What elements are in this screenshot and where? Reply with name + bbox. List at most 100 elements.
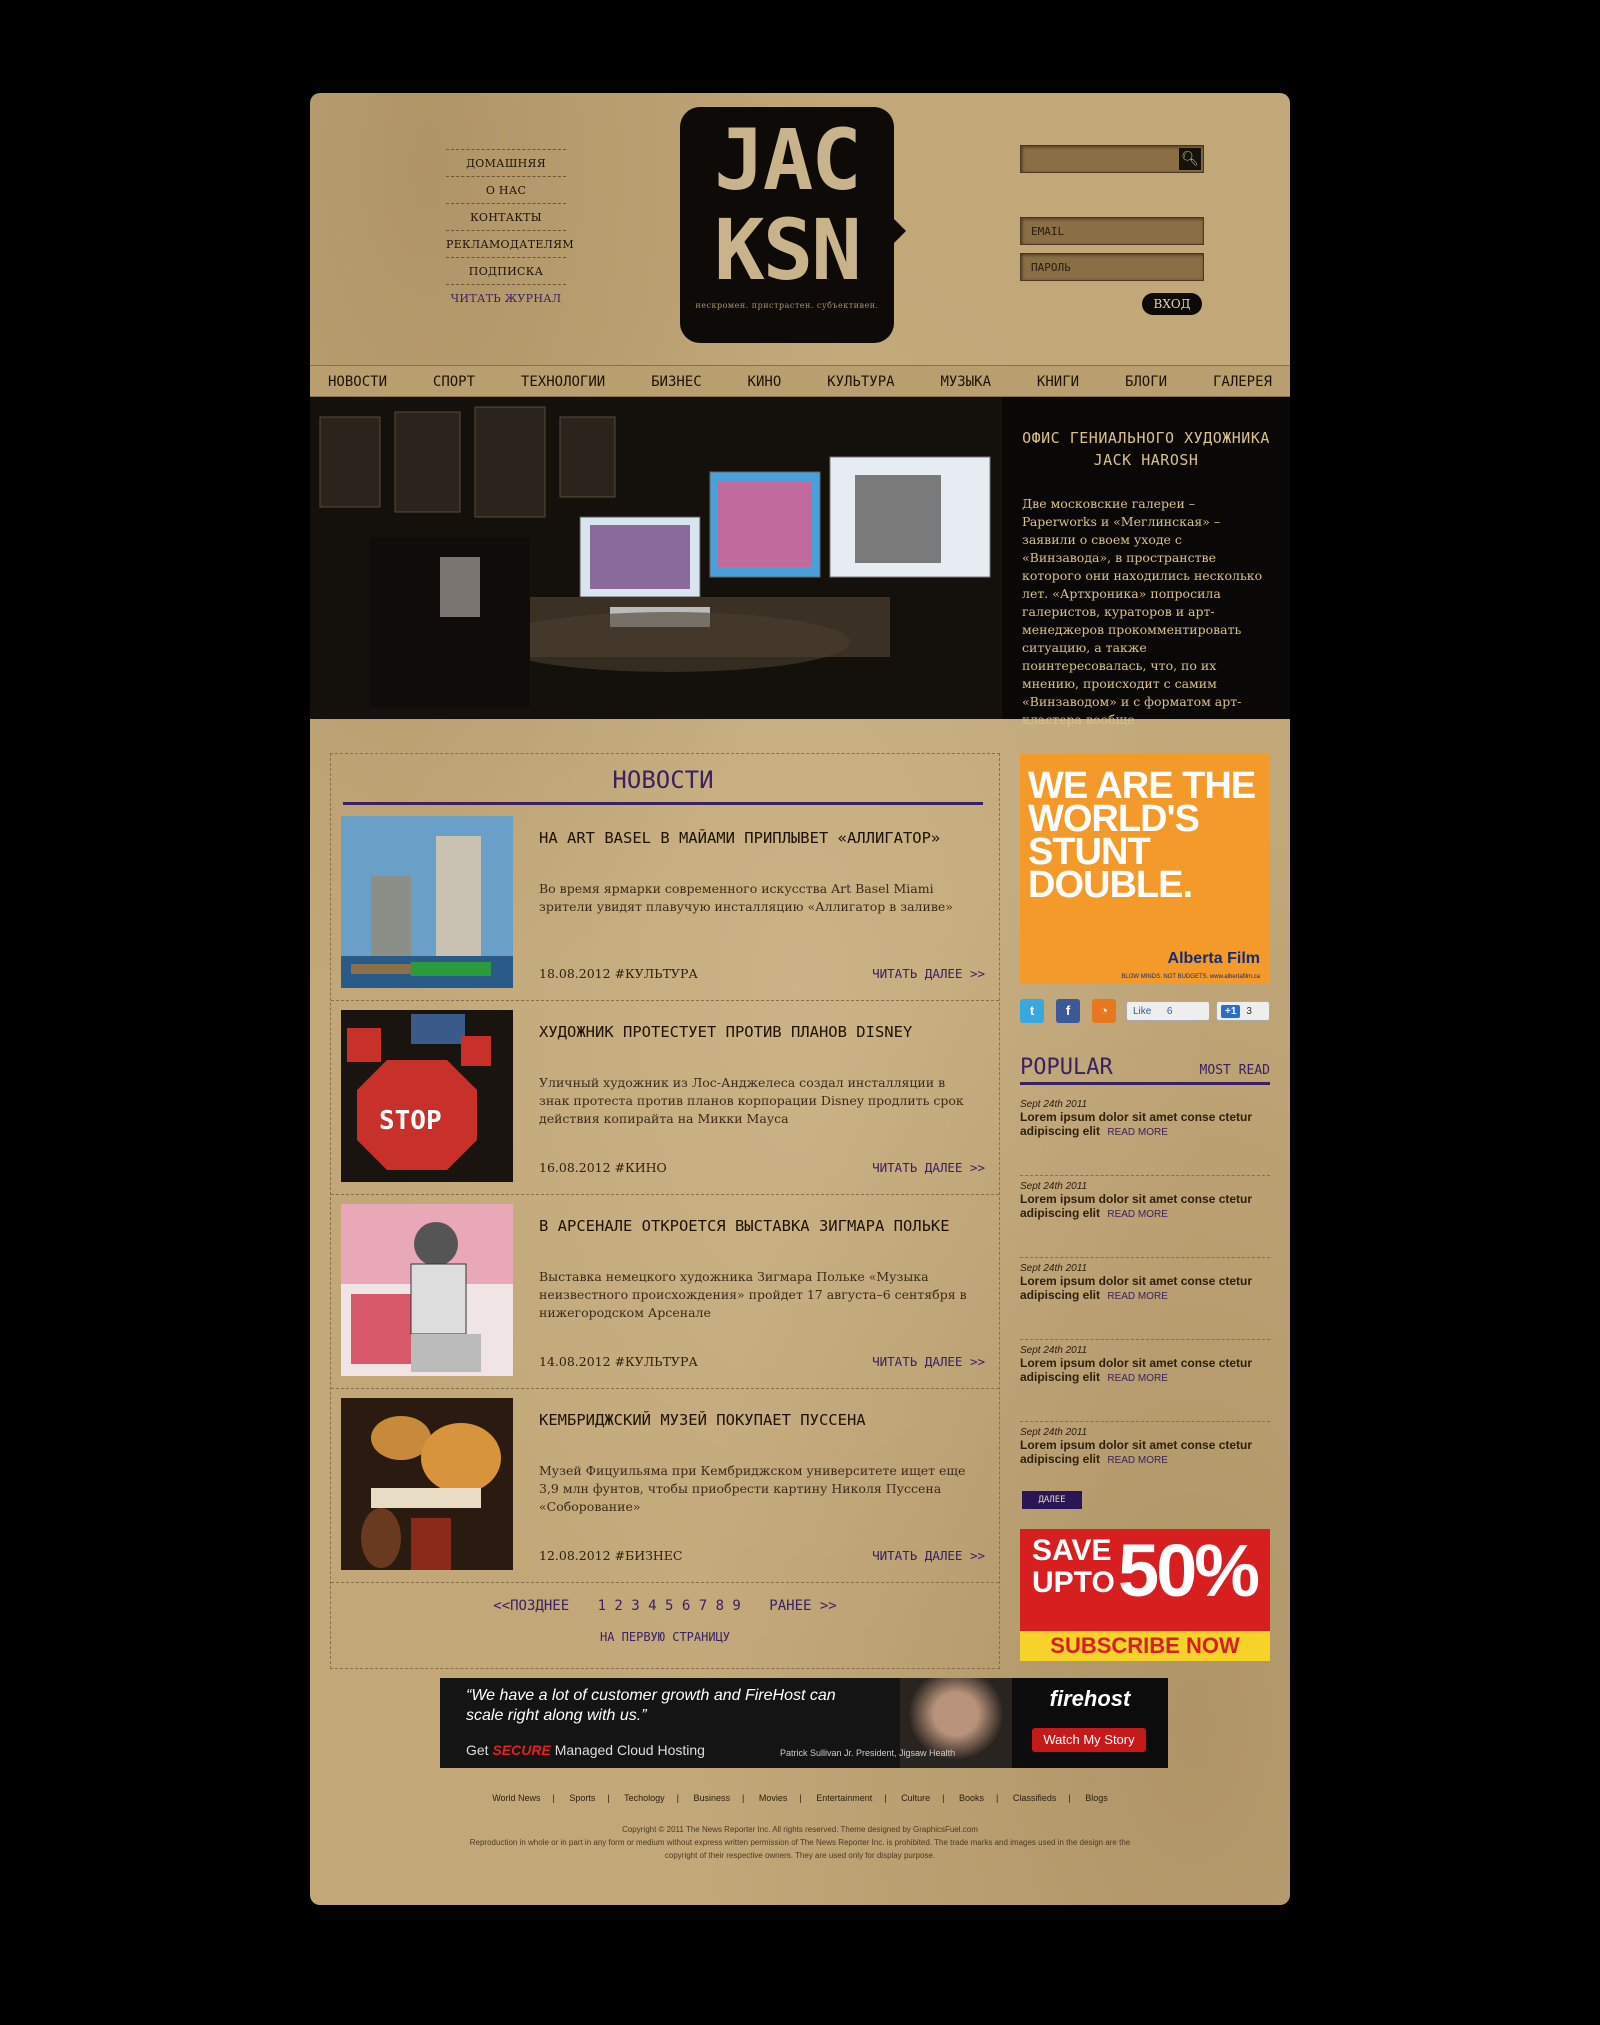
news-tag[interactable]: #БИЗНЕС (615, 1548, 683, 1563)
main-nav-books[interactable]: КНИГИ (1037, 366, 1079, 396)
top-nav-home[interactable]: ДОМАШНЯЯ (446, 149, 566, 177)
facebook-icon[interactable]: f (1056, 999, 1080, 1023)
popular-read-more[interactable]: READ MORE (1107, 1455, 1168, 1466)
footer-link-books[interactable]: Books (959, 1793, 984, 1803)
banner-quote: “We have a lot of customer growth and Fi… (466, 1687, 836, 1724)
read-more-link[interactable]: ЧИТАТЬ ДАЛЕЕ >> (872, 966, 985, 981)
top-nav-contacts[interactable]: КОНТАКТЫ (446, 204, 566, 231)
gplus-label: +1 (1221, 1005, 1241, 1018)
banner-secure: SECURE (492, 1742, 551, 1758)
password-field[interactable] (1021, 254, 1203, 280)
main-nav-blogs[interactable]: БЛОГИ (1125, 366, 1167, 396)
footer-link-technology[interactable]: Techology (624, 1793, 665, 1803)
fb-like-label: Like (1133, 1006, 1152, 1017)
ad-alberta-film[interactable]: WE ARE THE WORLD'S STUNT DOUBLE. Alberta… (1020, 754, 1270, 984)
news-tag[interactable]: #КУЛЬТУРА (615, 1354, 698, 1369)
rss-icon[interactable]: ◔ (1092, 999, 1116, 1023)
news-date: 12.08.2012 (539, 1548, 611, 1563)
news-date: 16.08.2012 (539, 1160, 611, 1175)
popular-more-button[interactable]: ДАЛЕЕ (1022, 1491, 1082, 1509)
read-more-link[interactable]: ЧИТАТЬ ДАЛЕЕ >> (872, 1354, 985, 1369)
news-excerpt: Музей Фицуильяма при Кембриджском универ… (539, 1463, 966, 1514)
pagination: <<ПОЗДНЕЕ 1 2 3 4 5 6 7 8 9 РАНЕЕ >> (331, 1598, 999, 1614)
popular-read-more[interactable]: READ MORE (1107, 1291, 1168, 1302)
twitter-icon[interactable]: t (1020, 999, 1044, 1023)
news-thumbnail[interactable] (341, 816, 513, 988)
top-nav-subscribe[interactable]: ПОДПИСКА (446, 258, 566, 285)
news-title[interactable]: ХУДОЖНИК ПРОТЕСТУЕТ ПРОТИВ ПЛАНОВ DISNEY (539, 1022, 979, 1043)
footer-link-blogs[interactable]: Blogs (1085, 1793, 1108, 1803)
popular-text: Lorem ipsum dolor sit amet conse ctetur … (1020, 1192, 1270, 1222)
watch-story-button[interactable]: Watch My Story (1032, 1728, 1146, 1752)
news-thumbnail[interactable] (341, 1398, 513, 1570)
main-nav-business[interactable]: БИЗНЕС (651, 366, 702, 396)
footer-separator: | (1068, 1793, 1071, 1803)
popular-read-more[interactable]: READ MORE (1107, 1127, 1168, 1138)
footer-link-movies[interactable]: Movies (759, 1793, 788, 1803)
news-date: 14.08.2012 (539, 1354, 611, 1369)
footer-separator: | (552, 1793, 555, 1803)
site-logo[interactable]: JAC KSN нескромен. пристрастен. субъекти… (680, 107, 906, 343)
news-tag[interactable]: #КИНО (615, 1160, 667, 1175)
footer-link-business[interactable]: Business (694, 1793, 731, 1803)
top-nav-read-journal[interactable]: ЧИТАТЬ ЖУРНАЛ (446, 285, 566, 311)
news-title[interactable]: КЕМБРИДЖСКИЙ МУЗЕЙ ПОКУПАЕТ ПУССЕНА (539, 1410, 979, 1431)
news-title[interactable]: НА ART BASEL В МАЙАМИ ПРИПЛЫВЕТ «АЛЛИГАТ… (539, 828, 979, 849)
news-tag[interactable]: #КУЛЬТУРА (615, 966, 698, 981)
email-field[interactable] (1021, 218, 1203, 244)
hero-photo[interactable] (310, 397, 1002, 719)
news-title[interactable]: В АРСЕНАЛЕ ОТКРОЕТСЯ ВЫСТАВКА ЗИГМАРА ПО… (539, 1216, 979, 1237)
main-nav-cinema[interactable]: КИНО (748, 366, 782, 396)
hero-title[interactable]: ОФИС ГЕНИАЛЬНОГО ХУДОЖНИКА JACK HAROSH (1022, 427, 1270, 471)
pager-next[interactable]: РАНЕЕ >> (769, 1598, 836, 1614)
news-date: 18.08.2012 (539, 966, 611, 981)
footer-link-world-news[interactable]: World News (492, 1793, 540, 1803)
login-button[interactable]: ВХОД (1142, 293, 1202, 315)
popular-read-more[interactable]: READ MORE (1107, 1373, 1168, 1384)
ad-slogan: BLOW MINDS. NOT BUDGETS. www.albertafilm… (1121, 974, 1260, 980)
main-nav-culture[interactable]: КУЛЬТУРА (827, 366, 894, 396)
first-page-link[interactable]: НА ПЕРВУЮ СТРАНИЦУ (331, 1630, 999, 1644)
news-heading: НОВОСТИ (343, 766, 983, 805)
news-thumbnail[interactable] (341, 1204, 513, 1376)
popular-date: Sept 24th 2011 (1020, 1181, 1088, 1192)
footer-link-sports[interactable]: Sports (569, 1793, 595, 1803)
footer-link-entertainment[interactable]: Entertainment (816, 1793, 872, 1803)
news-meta: 14.08.2012 #КУЛЬТУРА (539, 1354, 698, 1369)
popular-read-more[interactable]: READ MORE (1107, 1209, 1168, 1220)
main-nav-news[interactable]: НОВОСТИ (328, 366, 387, 396)
pager-prev[interactable]: <<ПОЗДНЕЕ (493, 1598, 569, 1614)
popular-item: Sept 24th 2011 Lorem ipsum dolor sit ame… (1020, 1175, 1270, 1258)
read-more-link[interactable]: ЧИТАТЬ ДАЛЕЕ >> (872, 1548, 985, 1563)
ad-subscribe[interactable]: SAVE UPTO 50% SUBSCRIBE NOW (1020, 1529, 1270, 1661)
news-excerpt: Выставка немецкого художника Зигмара Пол… (539, 1269, 967, 1320)
footer-nav: World News | Sports | Techology | Business |… (310, 1793, 1290, 1803)
firehost-banner[interactable]: “We have a lot of customer growth and Fi… (440, 1678, 1168, 1768)
footer-link-culture[interactable]: Culture (901, 1793, 930, 1803)
top-nav-about[interactable]: О НАС (446, 177, 566, 204)
main-nav-tech[interactable]: ТЕХНОЛОГИИ (521, 366, 605, 396)
main-nav-sport[interactable]: СПОРТ (433, 366, 475, 396)
news-item: STOP ХУДОЖНИК ПРОТЕСТУЕТ ПРОТИВ ПЛАНОВ D… (331, 1000, 999, 1195)
top-nav-advertisers[interactable]: РЕКЛАМОДАТЕЛЯМ (446, 231, 574, 258)
popular-title[interactable]: POPULAR (1020, 1055, 1113, 1080)
news-thumbnail[interactable]: STOP (341, 1010, 513, 1182)
google-plus-button[interactable]: +1 3 (1216, 1001, 1270, 1021)
search-input[interactable] (1021, 146, 1203, 172)
popular-text: Lorem ipsum dolor sit amet conse ctetur … (1020, 1274, 1270, 1304)
main-nav-gallery[interactable]: ГАЛЕРЕЯ (1213, 366, 1272, 396)
hero-text: ОФИС ГЕНИАЛЬНОГО ХУДОЖНИКА JACK HAROSH Д… (1002, 397, 1290, 727)
firehost-logo: firehost (1049, 1686, 1131, 1711)
page: ДОМАШНЯЯ О НАС КОНТАКТЫ РЕКЛАМОДАТЕЛЯМ П… (310, 93, 1290, 1905)
ad-brand: Alberta Film (1167, 950, 1260, 967)
pager-pages[interactable]: 1 2 3 4 5 6 7 8 9 (598, 1598, 741, 1614)
search-icon[interactable]: 🔍︎ (1179, 148, 1201, 170)
facebook-like-button[interactable]: Like 6 (1126, 1001, 1210, 1021)
read-more-link[interactable]: ЧИТАТЬ ДАЛЕЕ >> (872, 1160, 985, 1175)
most-read-tab[interactable]: MOST READ (1200, 1063, 1270, 1078)
main-nav-music[interactable]: МУЗЫКА (940, 366, 991, 396)
main-nav: НОВОСТИ СПОРТ ТЕХНОЛОГИИ БИЗНЕС КИНО КУЛ… (310, 365, 1290, 397)
hero: ОФИС ГЕНИАЛЬНОГО ХУДОЖНИКА JACK HAROSH Д… (310, 397, 1290, 727)
footer-link-classifieds[interactable]: Classifieds (1013, 1793, 1057, 1803)
footer-separator: | (799, 1793, 802, 1803)
